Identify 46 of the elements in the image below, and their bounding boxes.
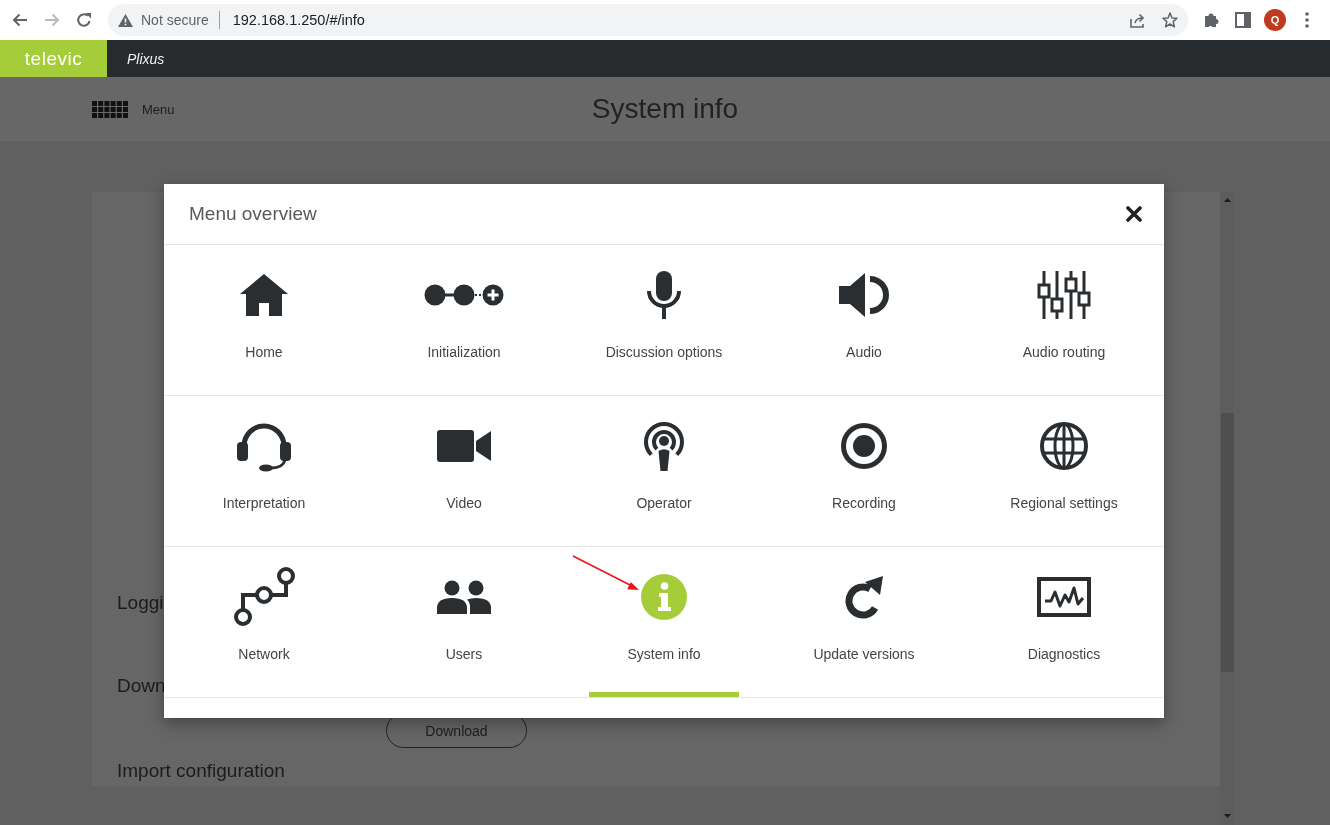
side-panel-icon — [1235, 12, 1251, 28]
connected-dots-plus-icon — [424, 284, 504, 306]
section-title: Down — [117, 675, 166, 697]
grid-icon — [92, 100, 128, 118]
home-icon — [240, 274, 288, 316]
globe-icon — [1040, 422, 1088, 470]
users-icon — [437, 580, 491, 614]
menu-item[interactable]: Interpretation — [164, 396, 364, 547]
info-icon — [641, 574, 687, 620]
address-bar[interactable]: Not secure 192.168.1.250/#/info — [108, 4, 1188, 36]
menu-item[interactable]: Network — [164, 547, 364, 698]
close-icon — [1126, 206, 1142, 222]
pulse-monitor-icon — [1037, 577, 1091, 617]
kebab-menu-icon — [1305, 12, 1309, 28]
url-text: 192.168.1.250/#/info — [232, 12, 365, 28]
profile-button[interactable]: Q — [1264, 9, 1286, 31]
reload-icon — [76, 12, 92, 28]
video-camera-icon — [437, 430, 491, 462]
sliders-icon — [1037, 271, 1091, 319]
product-name: Plixus — [127, 50, 165, 67]
connected-nodes-icon — [232, 567, 296, 627]
record-icon — [841, 423, 887, 469]
microphone-icon — [646, 271, 682, 319]
forward-arrow-icon — [44, 12, 60, 28]
star-icon — [1162, 12, 1178, 28]
menu-item[interactable]: Regional settings — [964, 396, 1164, 547]
menu-item[interactable]: Audio routing — [964, 245, 1164, 396]
scroll-down-icon[interactable] — [1223, 814, 1231, 818]
share-icon — [1129, 12, 1147, 28]
speaker-icon — [839, 272, 889, 318]
logo: televic — [0, 40, 107, 77]
section-title: Loggi — [117, 592, 164, 614]
puzzle-icon — [1203, 12, 1219, 28]
security-label: Not secure — [141, 12, 209, 28]
section-title: Import configuration — [117, 760, 285, 782]
page-title: System info — [591, 93, 739, 125]
dialog-title: Menu overview — [189, 203, 317, 225]
warning-icon — [118, 13, 133, 27]
menu-item[interactable]: Home — [164, 245, 364, 396]
scroll-up-icon[interactable] — [1223, 198, 1231, 202]
back-arrow-icon — [12, 12, 28, 28]
close-button[interactable] — [1126, 206, 1142, 222]
annotation-arrow — [572, 555, 640, 593]
refresh-icon — [844, 575, 884, 619]
podcast-icon — [642, 421, 686, 471]
menu-item[interactable]: Diagnostics — [964, 547, 1164, 698]
